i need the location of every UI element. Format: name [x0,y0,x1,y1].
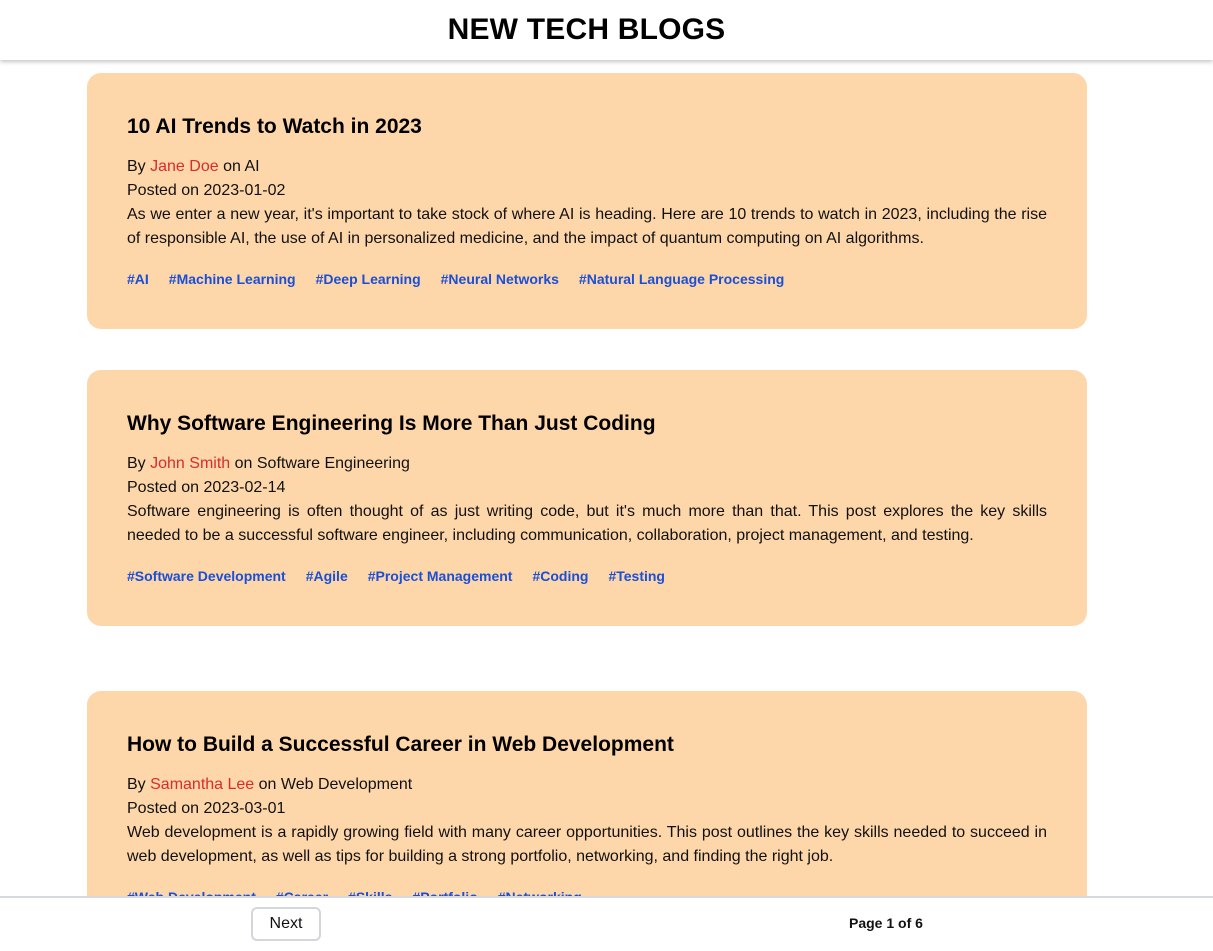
post-date-line: Posted on 2023-01-02 [127,179,1047,203]
by-label: By [127,455,146,472]
post-byline: By Samantha Lee on Web Development [127,773,1047,797]
tag-link[interactable]: #Coding [532,566,588,586]
on-label: on [258,776,277,793]
posted-on-label: Posted on [127,182,200,199]
on-label: on [223,158,241,175]
tag-link[interactable]: #Natural Language Processing [579,269,784,289]
tag-link[interactable]: #Portfolio [412,887,477,896]
post-date: 2023-03-01 [203,800,286,817]
by-label: By [127,776,146,793]
blog-post-card: Why Software Engineering Is More Than Ju… [87,370,1087,626]
post-excerpt: As we enter a new year, it's important t… [127,206,1047,247]
post-byline: By John Smith on Software Engineering [127,452,1047,476]
post-date: 2023-02-14 [203,479,286,496]
author-link[interactable]: Jane Doe [150,158,219,175]
post-date: 2023-01-02 [203,182,286,199]
post-title[interactable]: Why Software Engineering Is More Than Ju… [127,410,1047,438]
on-label: on [234,455,253,472]
post-category: Software Engineering [256,455,410,472]
post-tags: #Web Development #Career #Skills #Portfo… [127,887,1047,896]
blog-post-card: 10 AI Trends to Watch in 2023 By Jane Do… [87,73,1087,329]
tag-link[interactable]: #Project Management [368,566,513,586]
tag-link[interactable]: #AI [127,269,149,289]
next-page-button[interactable]: Next [251,907,321,941]
tag-link[interactable]: #Testing [608,566,665,586]
post-category: AI [244,158,260,175]
page-indicator: Page 1 of 6 [849,915,923,931]
author-link[interactable]: John Smith [150,455,230,472]
tag-link[interactable]: #Deep Learning [316,269,421,289]
blog-post-card: How to Build a Successful Career in Web … [87,691,1087,896]
tag-link[interactable]: #Networking [498,887,582,896]
post-byline: By Jane Doe on AI [127,155,1047,179]
tag-link[interactable]: #Agile [306,566,348,586]
posted-on-label: Posted on [127,800,200,817]
tag-link[interactable]: #Skills [348,887,392,896]
tag-link[interactable]: #Neural Networks [441,269,559,289]
post-excerpt: Web development is a rapidly growing fie… [127,824,1047,865]
blog-feed[interactable]: 10 AI Trends to Watch in 2023 By Jane Do… [0,62,1213,896]
app-root: NEW TECH BLOGS 10 AI Trends to Watch in … [0,0,1213,951]
pagination-bar: Next Page 1 of 6 [0,896,1213,951]
post-excerpt: Software engineering is often thought of… [127,503,1047,544]
post-title[interactable]: 10 AI Trends to Watch in 2023 [127,113,1047,141]
tag-link[interactable]: #Career [276,887,328,896]
tag-link[interactable]: #Web Development [127,887,256,896]
posted-on-label: Posted on [127,479,200,496]
by-label: By [127,158,146,175]
post-tags: #Software Development #Agile #Project Ma… [127,566,1047,586]
post-date-line: Posted on 2023-03-01 [127,797,1047,821]
page-header: NEW TECH BLOGS [0,0,1213,60]
page-title: NEW TECH BLOGS [447,13,726,46]
author-link[interactable]: Samantha Lee [150,776,254,793]
post-date-line: Posted on 2023-02-14 [127,476,1047,500]
post-title[interactable]: How to Build a Successful Career in Web … [127,731,1047,759]
tag-link[interactable]: #Machine Learning [169,269,296,289]
post-category: Web Development [280,776,413,793]
post-tags: #AI #Machine Learning #Deep Learning #Ne… [127,269,1047,289]
tag-link[interactable]: #Software Development [127,566,286,586]
